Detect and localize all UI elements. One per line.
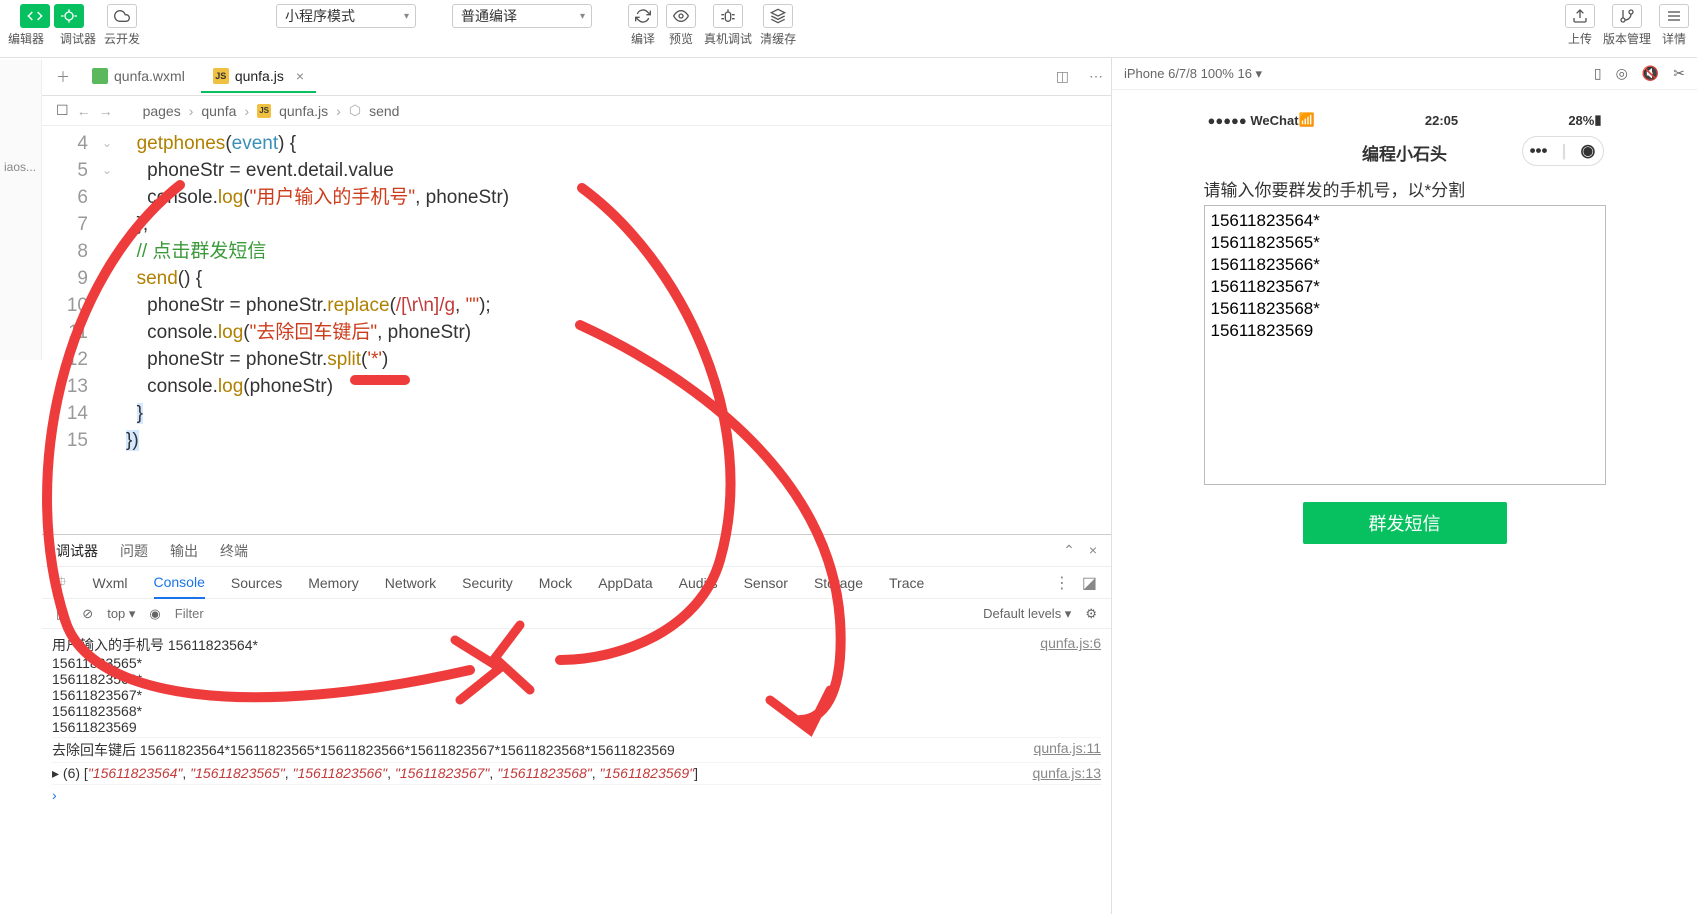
home-icon[interactable]: ◎: [1616, 65, 1628, 82]
devtab-memory[interactable]: Memory: [308, 575, 359, 591]
bookmark-icon[interactable]: ☐: [56, 102, 69, 119]
send-sms-button[interactable]: 群发短信: [1303, 502, 1507, 544]
context-dropdown[interactable]: top ▾: [107, 606, 135, 622]
devtab-console[interactable]: Console: [154, 567, 205, 599]
filter-input[interactable]: [175, 606, 969, 621]
eye-icon: [673, 8, 689, 24]
detail-button[interactable]: [1659, 4, 1689, 28]
live-icon[interactable]: ◉: [149, 606, 160, 622]
top-toolbar: 编辑器调试器 云开发 小程序模式 普通编译 编译 预览 真机调试 清缓存 上传 …: [0, 0, 1697, 58]
phone-frame: ●●●●● WeChat 📶 22:05 28% ▮ 编程小石头 ••• | ◉…: [1200, 108, 1610, 562]
dock-icon[interactable]: ◪: [1082, 573, 1097, 593]
devtab-mock[interactable]: Mock: [539, 575, 572, 591]
editor-label: 编辑器: [8, 30, 44, 47]
wifi-icon: 📶: [1299, 112, 1315, 128]
source-link[interactable]: qunfa.js:11: [1034, 740, 1101, 760]
real-debug-button[interactable]: [713, 4, 743, 28]
textarea-label: 请输入你要群发的手机号，以*分割: [1204, 176, 1606, 201]
nav-back-icon[interactable]: ←: [77, 103, 91, 119]
inspect-icon[interactable]: ⯐: [56, 571, 67, 595]
cut-icon[interactable]: ✂: [1673, 65, 1685, 82]
cube-icon: ⬡: [349, 102, 361, 119]
explorer-sidebar[interactable]: iaos...: [0, 60, 42, 360]
add-tab-icon[interactable]: ＋: [50, 67, 76, 87]
cloud-dev-button[interactable]: [107, 4, 137, 28]
js-icon: JS: [257, 104, 271, 118]
device-icon[interactable]: ▯: [1594, 65, 1602, 82]
debug-panel: 调试器 问题 输出 终端 ⌃ × ⯐ Wxml Console Sources M…: [42, 534, 1111, 914]
nav-fwd-icon[interactable]: →: [99, 103, 113, 119]
kebab-icon[interactable]: ⋮: [1054, 573, 1070, 593]
target-icon[interactable]: ◉: [1581, 141, 1596, 161]
js-icon: JS: [213, 68, 229, 84]
dots-icon[interactable]: •••: [1530, 141, 1548, 161]
file-tab-row: ＋ qunfa.wxml JSqunfa.js× ◫ ⋯: [42, 58, 1111, 96]
phones-textarea[interactable]: 15611823564* 15611823565* 15611823566* 1…: [1204, 205, 1606, 485]
line-gutter: 456789101112131415: [42, 130, 102, 534]
bug-icon: [61, 8, 77, 24]
console-prompt[interactable]: ›: [52, 785, 1101, 805]
cloud-icon: [114, 8, 130, 24]
close-icon[interactable]: ×: [296, 68, 304, 84]
branch-icon: [1619, 8, 1635, 24]
source-link[interactable]: qunfa.js:13: [1033, 765, 1102, 782]
source-link[interactable]: qunfa.js:6: [1040, 635, 1101, 735]
editor-view-button[interactable]: [20, 4, 50, 28]
gear-icon[interactable]: ⚙: [1085, 606, 1097, 622]
devtab-storage[interactable]: Storage: [814, 575, 863, 591]
devtab-audits[interactable]: Audits: [679, 575, 718, 591]
mode-dropdown[interactable]: 小程序模式: [276, 4, 416, 28]
devtab-sensor[interactable]: Sensor: [744, 575, 788, 591]
refresh-icon: [635, 8, 651, 24]
status-bar: ●●●●● WeChat 📶 22:05 28% ▮: [1200, 108, 1610, 132]
close-icon[interactable]: ×: [1089, 542, 1097, 559]
devtab-trace[interactable]: Trace: [889, 575, 924, 591]
simulator-pane: iPhone 6/7/8 100% 16 ▾ ▯ ◎ 🔇 ✂ ●●●●● WeC…: [1112, 58, 1697, 914]
tab-output[interactable]: 输出: [170, 541, 198, 561]
device-dropdown[interactable]: iPhone 6/7/8 100% 16 ▾: [1124, 66, 1262, 82]
debugger-label: 调试器: [60, 30, 96, 47]
cloud-label: 云开发: [104, 30, 140, 47]
breadcrumb: ☐ ← → pages› qunfa› JS qunfa.js› ⬡ send: [42, 96, 1111, 126]
code-icon: [27, 8, 43, 24]
code-body[interactable]: getphones(event) { phoneStr = event.deta…: [126, 130, 1111, 534]
levels-dropdown[interactable]: Default levels ▾: [983, 606, 1071, 622]
sidebar-icon[interactable]: ▥: [56, 606, 68, 622]
debug-view-button[interactable]: [54, 4, 84, 28]
upload-button[interactable]: [1565, 4, 1595, 28]
devtab-security[interactable]: Security: [462, 575, 513, 591]
devtab-sources[interactable]: Sources: [231, 575, 282, 591]
preview-button[interactable]: [666, 4, 696, 28]
tab-problems[interactable]: 问题: [120, 541, 148, 561]
compile-button[interactable]: [628, 4, 658, 28]
layers-icon: [770, 8, 786, 24]
code-editor[interactable]: 456789101112131415 ⌄⌄ getphones(event) {…: [42, 126, 1111, 534]
devtab-appdata[interactable]: AppData: [598, 575, 652, 591]
devtab-network[interactable]: Network: [385, 575, 436, 591]
more-icon[interactable]: ⋯: [1081, 68, 1111, 85]
clear-icon[interactable]: ⊘: [82, 606, 93, 622]
split-icon[interactable]: ◫: [1048, 68, 1077, 85]
menu-icon: [1666, 8, 1682, 24]
console-body[interactable]: 用户输入的手机号 15611823564* 15611823565* 15611…: [42, 629, 1111, 914]
battery-icon: ▮: [1594, 112, 1601, 128]
capsule-button[interactable]: ••• | ◉: [1522, 136, 1604, 166]
version-button[interactable]: [1612, 4, 1642, 28]
clear-cache-button[interactable]: [763, 4, 793, 28]
chevron-up-icon[interactable]: ⌃: [1063, 542, 1075, 559]
wxml-icon: [92, 68, 108, 84]
bug2-icon: [720, 8, 736, 24]
mute-icon[interactable]: 🔇: [1642, 65, 1659, 82]
page-title: 编程小石头: [1362, 140, 1447, 165]
tab-qunfa-wxml[interactable]: qunfa.wxml: [80, 61, 197, 93]
tab-debugger[interactable]: 调试器: [56, 541, 98, 561]
devtab-wxml[interactable]: Wxml: [93, 575, 128, 591]
upload-icon: [1572, 8, 1588, 24]
compile-dropdown[interactable]: 普通编译: [452, 4, 592, 28]
tab-qunfa-js[interactable]: JSqunfa.js×: [201, 61, 316, 93]
tab-terminal[interactable]: 终端: [220, 541, 248, 561]
